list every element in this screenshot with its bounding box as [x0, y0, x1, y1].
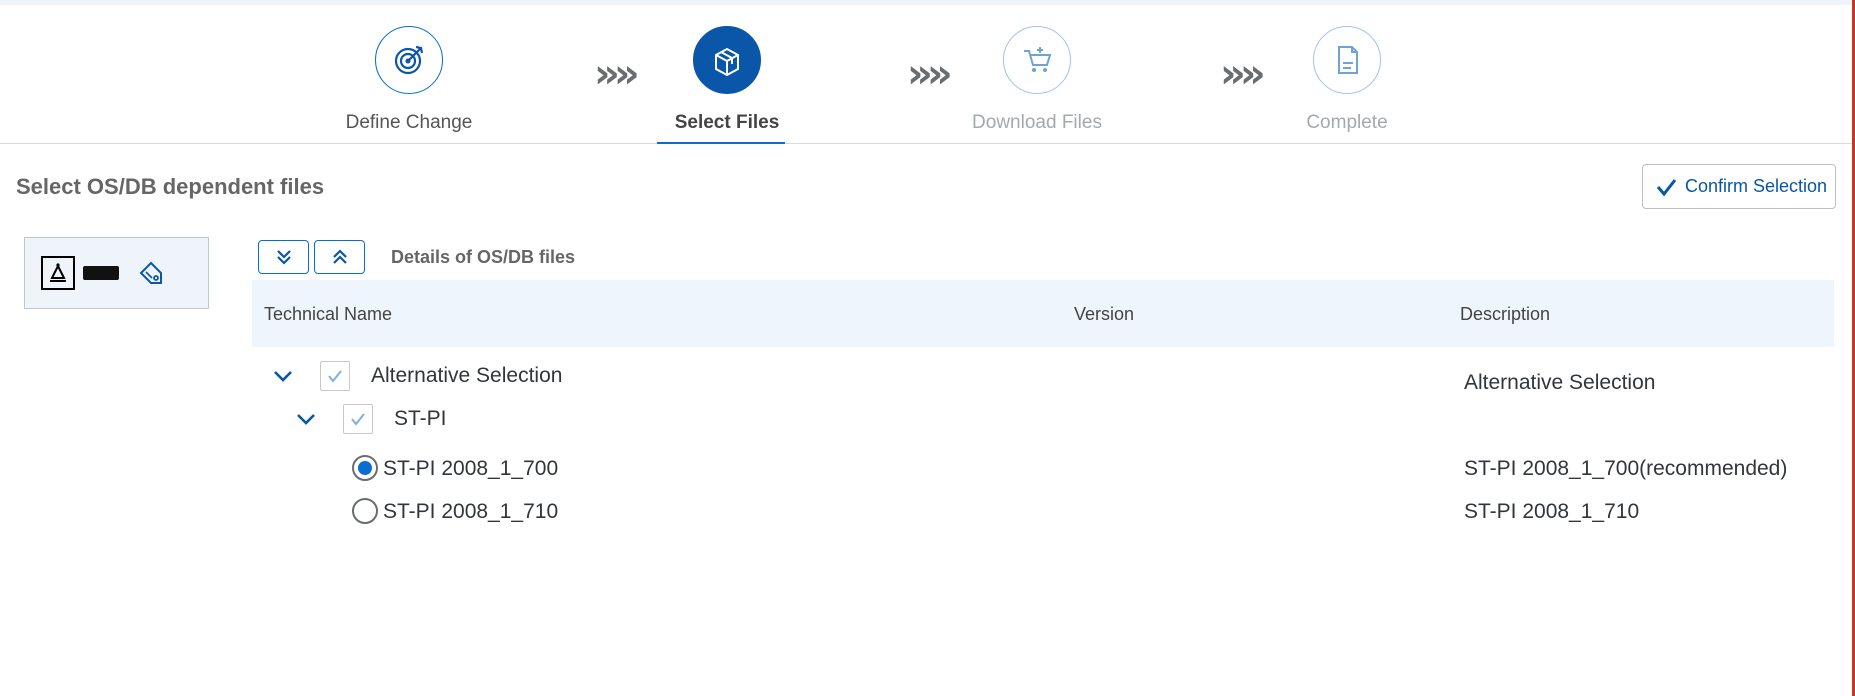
wizard-progress-bar: Define Change »» Select Files »» Downloa… [0, 5, 1852, 144]
wizard-step-define-change[interactable]: Define Change [279, 26, 539, 134]
table-header: Technical Name Version Description [252, 280, 1834, 347]
active-step-indicator [657, 142, 785, 144]
confirm-selection-label: Confirm Selection [1685, 176, 1828, 196]
wizard-step-complete: Complete [1217, 26, 1477, 134]
package-icon [715, 47, 739, 77]
step-label: Select Files [674, 112, 780, 133]
cart-icon [1024, 47, 1052, 72]
expand-all-button[interactable] [258, 240, 309, 274]
wizard-step-download-files: Download Files [907, 26, 1167, 134]
os-icon [41, 256, 75, 290]
double-chevron-up-icon [332, 249, 347, 264]
page-title: Select OS/DB dependent files [16, 174, 325, 199]
step-label: Define Change [345, 112, 473, 133]
row-radio[interactable] [352, 498, 378, 524]
row-checkbox[interactable] [320, 361, 350, 391]
row-description: Alternative Selection [1464, 371, 1656, 394]
step-label: Complete [1306, 112, 1388, 133]
row-technical-name: ST-PI [394, 407, 447, 430]
row-technical-name: Alternative Selection [371, 364, 563, 387]
step-circle [1313, 26, 1381, 94]
step-circle [1003, 26, 1071, 94]
chevron-down-icon[interactable] [294, 407, 318, 431]
radio-dot [358, 461, 372, 475]
row-technical-name: ST-PI 2008_1_710 [383, 500, 559, 523]
row-checkbox[interactable] [343, 404, 373, 434]
checkmark-icon [1656, 178, 1677, 196]
collapse-all-button[interactable] [314, 240, 365, 274]
details-title: Details of OS/DB files [391, 247, 576, 267]
wizard-step-select-files[interactable]: Select Files [597, 26, 857, 134]
tag-icon [139, 261, 162, 284]
step-label: Download Files [972, 112, 1102, 133]
redacted-label [83, 266, 119, 280]
chevron-down-icon[interactable] [271, 364, 295, 388]
double-chevron-down-icon [276, 250, 291, 265]
os-db-selector[interactable] [24, 237, 209, 309]
document-icon [1338, 46, 1358, 74]
column-header-technical-name[interactable]: Technical Name [264, 304, 392, 325]
row-radio-selected[interactable] [352, 455, 378, 481]
column-header-description[interactable]: Description [1460, 304, 1550, 325]
row-technical-name: ST-PI 2008_1_700 [383, 457, 559, 480]
step-circle [693, 26, 761, 94]
confirm-selection-button[interactable]: Confirm Selection [1642, 164, 1836, 209]
row-description: ST-PI 2008_1_700(recommended) [1464, 457, 1788, 480]
column-header-version[interactable]: Version [1074, 304, 1134, 325]
row-description: ST-PI 2008_1_710 [1464, 500, 1640, 523]
checkmark-icon [351, 413, 365, 426]
target-icon [394, 45, 424, 75]
checkmark-icon [328, 370, 342, 383]
step-circle [375, 26, 443, 94]
